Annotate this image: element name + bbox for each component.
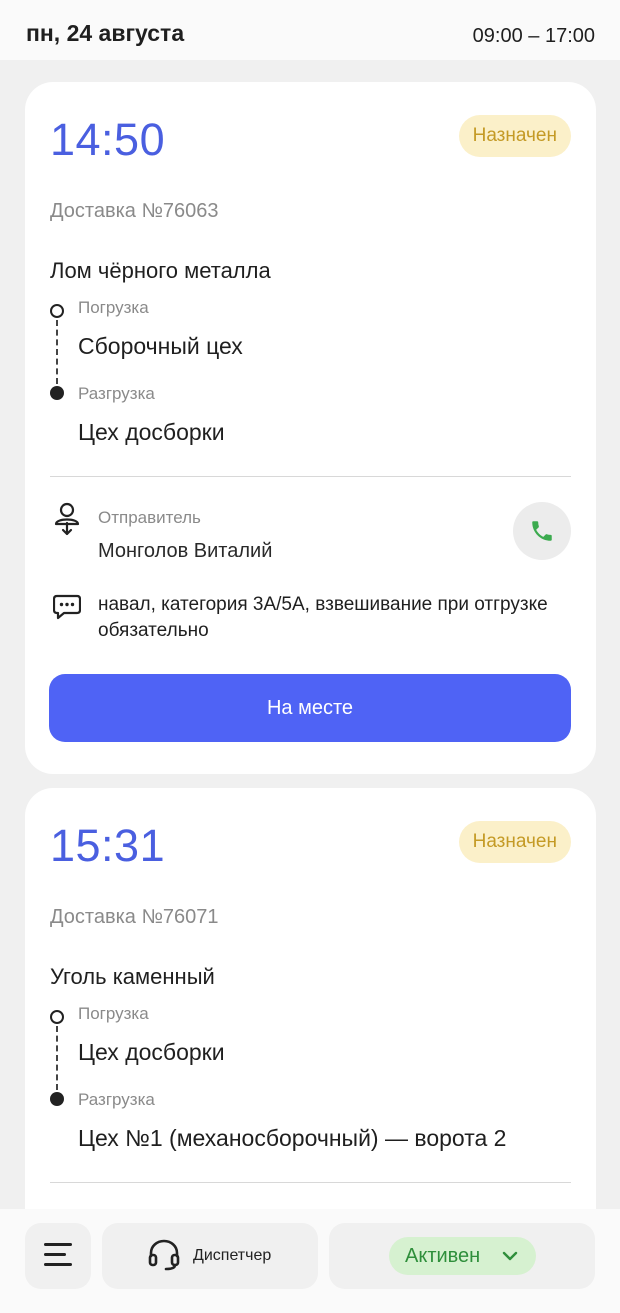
status-pill[interactable]: Активен (389, 1237, 536, 1275)
loading-label: Погрузка (78, 298, 149, 317)
status-badge: Назначен (458, 821, 571, 863)
divider (50, 476, 571, 477)
loading-point-icon (50, 1010, 64, 1024)
unloading-label: Разгрузка (78, 1090, 155, 1109)
unloading-point-icon (50, 1092, 64, 1106)
unloading-place: Цех досборки (78, 419, 225, 445)
delivery-time: 15:31 (50, 820, 166, 871)
sender-label: Отправитель (98, 508, 201, 527)
status-selector[interactable]: Активен (329, 1223, 595, 1289)
loading-place: Цех досборки (78, 1039, 225, 1065)
dispatcher-button[interactable]: Диспетчер (102, 1223, 318, 1289)
chevron-down-icon (502, 1251, 518, 1261)
divider (50, 1182, 571, 1183)
shift-hours: 09:00 – 17:00 (472, 25, 595, 47)
route: Погрузка Цех досборки Разгрузка Цех №1 (… (50, 1002, 570, 1162)
hamburger-menu-icon (44, 1243, 72, 1267)
unloading-label: Разгрузка (78, 384, 155, 403)
person-arrow-icon (54, 502, 80, 536)
headset-icon (148, 1239, 180, 1271)
route-line (56, 320, 58, 384)
loading-place: Сборочный цех (78, 333, 243, 359)
loading-label: Погрузка (78, 1004, 149, 1023)
sender-name: Монголов Виталий (98, 540, 273, 562)
unloading-point-icon (50, 386, 64, 400)
status-badge: Назначен (458, 115, 571, 157)
route: Погрузка Сборочный цех Разгрузка Цех дос… (50, 296, 570, 456)
date-label: пн, 24 августа (26, 20, 185, 46)
route-line (56, 1026, 58, 1090)
menu-button[interactable] (25, 1223, 91, 1289)
cargo-name: Уголь каменный (50, 964, 215, 989)
bottom-bar: Диспетчер Активен (0, 1209, 620, 1313)
phone-icon (532, 521, 552, 541)
delivery-number: Доставка №76071 (50, 906, 219, 928)
chat-bubble-icon (53, 594, 81, 620)
status-label: Активен (405, 1245, 481, 1267)
delivery-comment: навал, категория 3А/5А, взвешивание при … (98, 594, 548, 641)
cargo-name: Лом чёрного металла (50, 258, 271, 283)
on-site-button[interactable]: На месте (49, 674, 571, 742)
unloading-place: Цех №1 (механосборочный) — ворота 2 (78, 1125, 507, 1151)
delivery-card[interactable]: 15:31 Назначен Доставка №76071 Уголь кам… (25, 788, 596, 1268)
dispatcher-label: Диспетчер (193, 1247, 272, 1264)
top-bar: пн, 24 августа 09:00 – 17:00 (0, 0, 620, 60)
delivery-number: Доставка №76063 (50, 200, 219, 222)
delivery-card[interactable]: 14:50 Назначен Доставка №76063 Лом чёрно… (25, 82, 596, 774)
call-sender-button[interactable] (513, 502, 571, 560)
delivery-time: 14:50 (50, 114, 166, 165)
loading-point-icon (50, 304, 64, 318)
